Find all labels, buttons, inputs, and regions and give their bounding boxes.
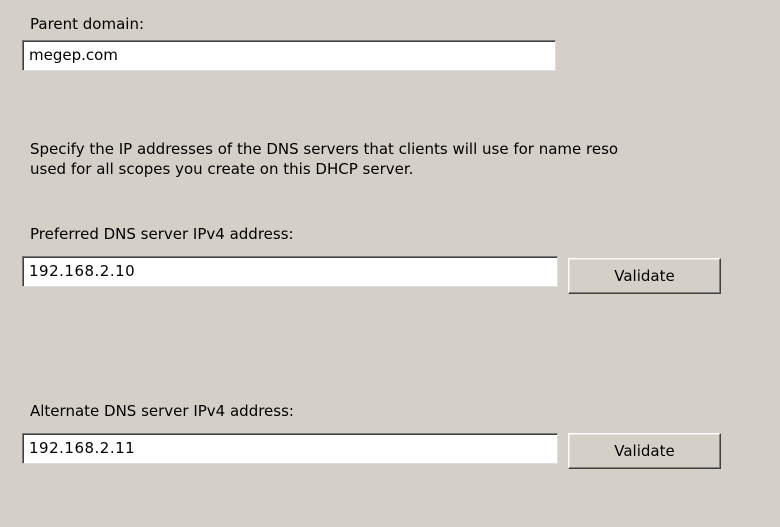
parent-domain-label: Parent domain: xyxy=(30,15,145,33)
preferred-dns-label: Preferred DNS server IPv4 address: xyxy=(30,225,294,243)
preferred-dns-input[interactable]: 192.168.2.10 xyxy=(22,256,558,287)
validate-alternate-dns-button[interactable]: Validate xyxy=(568,433,721,469)
alternate-dns-input[interactable]: 192.168.2.11 xyxy=(22,433,558,464)
validate-preferred-dns-button[interactable]: Validate xyxy=(568,258,721,294)
dns-description-line-1: Specify the IP addresses of the DNS serv… xyxy=(30,140,619,158)
alternate-dns-label: Alternate DNS server IPv4 address: xyxy=(30,402,294,420)
dns-description: Specify the IP addresses of the DNS serv… xyxy=(30,139,780,179)
dns-description-line-2: used for all scopes you create on this D… xyxy=(30,160,414,178)
parent-domain-input[interactable]: megep.com xyxy=(22,40,556,71)
